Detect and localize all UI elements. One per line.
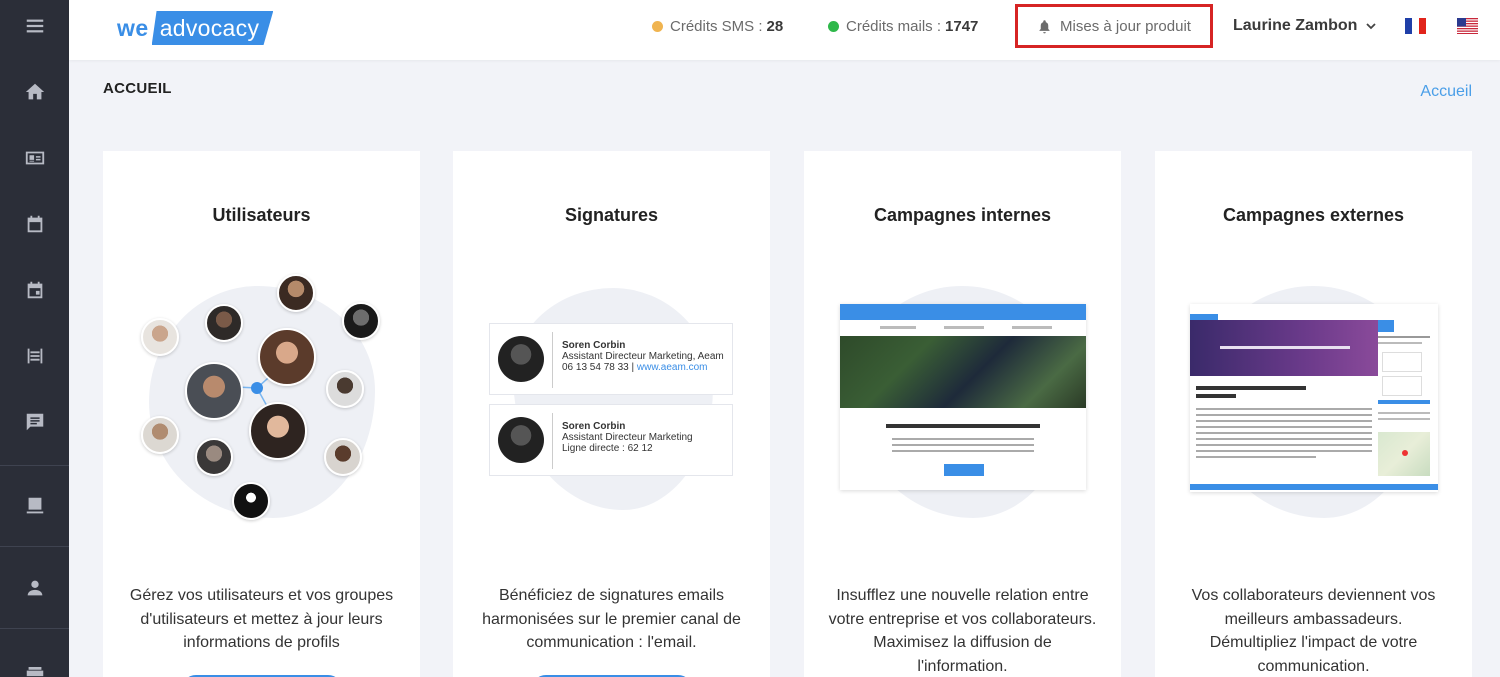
flag-fr-icon[interactable]: [1405, 18, 1426, 34]
signature-role: Assistant Directeur Marketing, Aeam: [562, 351, 724, 362]
top-bar: we advocacy Crédits SMS : 28 Crédits mai…: [69, 0, 1500, 60]
sms-credits-label: Crédits SMS :: [670, 17, 763, 35]
breadcrumb-home-link[interactable]: Accueil: [1420, 83, 1472, 101]
flag-us-icon[interactable]: [1457, 18, 1478, 34]
card-users-description: Gérez vos utilisateurs et vos groupes d'…: [129, 587, 394, 651]
card-signatures-description: Bénéficiez de signatures emails harmonis…: [482, 587, 741, 651]
campaign-icon[interactable]: [0, 334, 69, 378]
card-internal-campaigns[interactable]: Campagnes internes Insufflez une nouvell…: [804, 151, 1121, 677]
id-card-icon[interactable]: [0, 136, 69, 180]
sidebar-divider: [0, 628, 69, 629]
screen-icon[interactable]: [0, 484, 69, 528]
card-external-campaigns-title: Campagnes externes: [1222, 205, 1405, 225]
mail-credits-value: 1747: [945, 17, 979, 35]
sidebar-divider: [0, 465, 69, 466]
card-external-campaigns[interactable]: Campagnes externes Vos collaborateurs de…: [1155, 151, 1472, 677]
signature-avatar: [498, 336, 544, 382]
chevron-down-icon: [1366, 23, 1377, 30]
signature-phone: 06 13 54 78 33 |: [562, 362, 635, 373]
signature-phone: Ligne directe : 62 12: [562, 443, 653, 454]
external-campaign-preview: [1190, 304, 1438, 492]
card-signatures-title: Signatures: [564, 205, 659, 225]
card-internal-campaigns-title: Campagnes internes: [873, 205, 1052, 225]
menu-icon[interactable]: [0, 4, 69, 48]
product-updates-button[interactable]: Mises à jour produit: [1015, 4, 1213, 48]
calendar-event-icon[interactable]: [0, 268, 69, 312]
logo-box: advocacy: [152, 11, 274, 45]
internal-campaign-preview: [840, 304, 1086, 490]
users-illustration: [103, 266, 420, 526]
home-icon[interactable]: [0, 70, 69, 114]
calendar-icon[interactable]: [0, 202, 69, 246]
card-internal-campaigns-description: Insufflez une nouvelle relation entre vo…: [828, 587, 1097, 675]
card-external-campaigns-description: Vos collaborateurs deviennent vos meille…: [1191, 587, 1436, 675]
signature-sample-1: Soren Corbin Assistant Directeur Marketi…: [489, 323, 733, 395]
user-menu[interactable]: Laurine Zambon: [1233, 16, 1377, 36]
card-users-title: Utilisateurs: [212, 205, 311, 225]
product-updates-label: Mises à jour produit: [1060, 17, 1191, 35]
team-icon[interactable]: [0, 645, 69, 677]
card-signatures[interactable]: Signatures Soren Corbin Assistant Direct…: [453, 151, 770, 677]
chat-icon[interactable]: [0, 400, 69, 444]
mail-status-dot: [828, 20, 839, 32]
sms-status-dot: [652, 20, 663, 32]
user-icon[interactable]: [0, 566, 69, 610]
sidebar: [0, 0, 69, 677]
logo-we: we: [117, 14, 149, 41]
card-users[interactable]: Utilisateurs Gérez vos utilisateurs et v…: [103, 151, 420, 677]
signature-name: Soren Corbin: [562, 340, 626, 351]
logo[interactable]: we advocacy: [117, 8, 273, 48]
bell-icon: [1039, 19, 1050, 33]
sms-credits: Crédits SMS : 28: [652, 16, 783, 36]
sidebar-divider: [0, 546, 69, 547]
signature-avatar: [498, 417, 544, 463]
mail-credits-label: Crédits mails :: [846, 17, 942, 35]
external-campaigns-illustration: [1155, 266, 1472, 526]
mail-credits: Crédits mails : 1747: [828, 16, 978, 36]
sms-credits-value: 28: [766, 17, 784, 35]
signature-name: Soren Corbin: [562, 421, 626, 432]
signature-sample-2: Soren Corbin Assistant Directeur Marketi…: [489, 404, 733, 476]
signatures-illustration: Soren Corbin Assistant Directeur Marketi…: [453, 266, 770, 526]
user-name: Laurine Zambon: [1233, 17, 1358, 34]
signature-role: Assistant Directeur Marketing: [562, 432, 693, 443]
signature-site: www.aeam.com: [636, 362, 708, 373]
internal-campaigns-illustration: [804, 266, 1121, 526]
page-title: ACCUEIL: [103, 80, 172, 97]
